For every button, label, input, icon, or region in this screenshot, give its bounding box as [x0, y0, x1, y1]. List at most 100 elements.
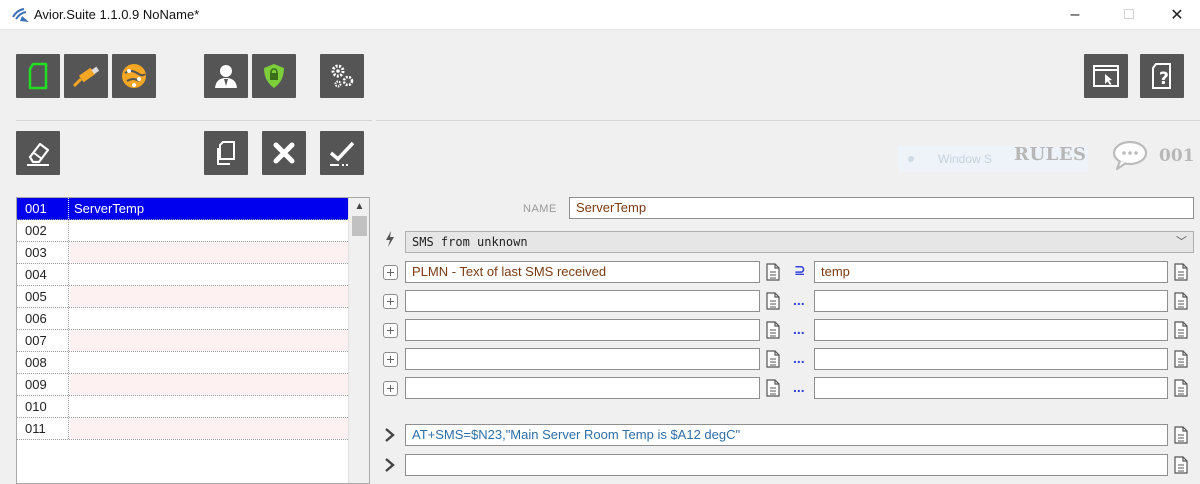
new-file-icon [28, 62, 48, 90]
list-item[interactable]: 001 ServerTemp [17, 198, 348, 220]
user-icon [215, 65, 237, 88]
condition-operator[interactable]: ... [793, 321, 805, 337]
condition-left-doc-icon[interactable] [766, 263, 780, 281]
delete-x-icon [273, 142, 295, 164]
action-input[interactable]: AT+SMS=$N23,"Main Server Room Temp is $A… [405, 424, 1168, 446]
add-condition-button[interactable] [383, 294, 398, 309]
left-separator [16, 120, 372, 121]
svg-text:?: ? [1159, 69, 1169, 89]
clear-button[interactable] [16, 131, 60, 175]
user-button[interactable] [204, 54, 248, 98]
condition-right-input[interactable] [814, 348, 1168, 370]
condition-left-input[interactable] [405, 290, 760, 312]
list-item[interactable]: 007 [17, 330, 348, 352]
add-condition-button[interactable] [383, 381, 398, 396]
speech-bubble-icon[interactable] [1110, 139, 1150, 171]
list-item-label [70, 374, 74, 395]
close-button[interactable]: ✕ [1154, 0, 1200, 30]
security-shield-icon [264, 64, 284, 88]
usb-connection-icon [72, 66, 100, 88]
list-item[interactable]: 011 [17, 418, 348, 440]
condition-left-doc-icon[interactable] [766, 292, 780, 310]
action-doc-icon[interactable] [1174, 426, 1188, 444]
condition-right-doc-icon[interactable] [1174, 379, 1188, 397]
window-title: Avior.Suite 1.1.0.9 NoName* [34, 7, 200, 22]
rules-title: RULES [1014, 144, 1087, 165]
list-item[interactable]: 009 [17, 374, 348, 396]
list-item[interactable]: 008 [17, 352, 348, 374]
minimize-button[interactable]: – [1052, 0, 1098, 30]
rule-name-input[interactable]: ServerTemp [569, 197, 1194, 219]
apply-check-icon [329, 141, 355, 166]
settings-button[interactable] [320, 54, 364, 98]
condition-right-doc-icon[interactable] [1174, 263, 1188, 281]
network-globe-button[interactable] [112, 54, 156, 98]
list-item-number: 011 [17, 418, 69, 439]
apply-button[interactable] [320, 131, 364, 175]
condition-operator[interactable]: ... [793, 379, 805, 395]
action-doc-icon[interactable] [1174, 456, 1188, 474]
list-item-number: 001 [17, 198, 69, 219]
maximize-button[interactable]: □ [1106, 0, 1152, 30]
condition-left-input[interactable] [405, 348, 760, 370]
condition-operator[interactable]: ... [793, 292, 805, 308]
list-item-label [70, 418, 74, 439]
condition-right-input[interactable] [814, 290, 1168, 312]
help-button[interactable]: ? [1140, 54, 1184, 98]
condition-left-doc-icon[interactable] [766, 379, 780, 397]
list-item[interactable]: 002 [17, 220, 348, 242]
list-item[interactable]: 003 [17, 242, 348, 264]
scroll-thumb[interactable] [352, 216, 367, 236]
list-item-label: ServerTemp [74, 201, 145, 216]
usb-connection-button[interactable] [64, 54, 108, 98]
condition-right-doc-icon[interactable] [1174, 321, 1188, 339]
eraser-icon [27, 142, 50, 166]
list-item-number: 002 [17, 220, 69, 241]
condition-left-doc-icon[interactable] [766, 350, 780, 368]
condition-operator[interactable]: ⊇ [794, 262, 806, 279]
new-file-button[interactable] [16, 54, 60, 98]
chevron-right-icon[interactable] [383, 427, 397, 443]
delete-button[interactable] [262, 131, 306, 175]
condition-right-doc-icon[interactable] [1174, 350, 1188, 368]
security-button[interactable] [252, 54, 296, 98]
condition-right-doc-icon[interactable] [1174, 292, 1188, 310]
settings-gears-icon [331, 64, 354, 88]
radio-dot-icon [908, 156, 914, 162]
add-condition-button[interactable] [383, 323, 398, 338]
app-logo-icon [12, 8, 29, 22]
window-select-button[interactable] [1084, 54, 1128, 98]
add-condition-button[interactable] [383, 352, 398, 367]
list-item-number: 009 [17, 374, 69, 395]
condition-operator[interactable]: ... [793, 350, 805, 366]
action-input[interactable] [405, 454, 1168, 476]
list-item-label [70, 264, 74, 285]
list-item[interactable]: 010 [17, 396, 348, 418]
condition-left-doc-icon[interactable] [766, 321, 780, 339]
list-scrollbar[interactable]: ▲ [348, 198, 369, 483]
list-item-number: 005 [17, 286, 69, 307]
condition-left-input[interactable] [405, 319, 760, 341]
list-item[interactable]: 005 [17, 286, 348, 308]
list-item-number: 010 [17, 396, 69, 417]
list-item-label [70, 396, 74, 417]
list-item-label [70, 352, 74, 373]
list-item[interactable]: 006 [17, 308, 348, 330]
copy-button[interactable] [204, 131, 248, 175]
trigger-select[interactable]: SMS from unknown ﹀ [405, 231, 1194, 253]
chevron-right-icon[interactable] [383, 457, 397, 473]
list-item[interactable]: 004 [17, 264, 348, 286]
list-item-number: 004 [17, 264, 69, 285]
condition-right-input[interactable]: temp [814, 261, 1168, 283]
list-item-label [70, 308, 74, 329]
trigger-selected-value: SMS from unknown [412, 235, 528, 249]
list-item-number: 007 [17, 330, 69, 351]
scroll-up-icon[interactable]: ▲ [349, 198, 369, 215]
condition-right-input[interactable] [814, 319, 1168, 341]
condition-right-input[interactable] [814, 377, 1168, 399]
condition-left-input[interactable]: PLMN - Text of last SMS received [405, 261, 760, 283]
add-condition-button[interactable] [383, 265, 398, 280]
condition-left-input[interactable] [405, 377, 760, 399]
name-label: NAME [523, 203, 557, 215]
help-file-icon: ? [1152, 63, 1171, 89]
